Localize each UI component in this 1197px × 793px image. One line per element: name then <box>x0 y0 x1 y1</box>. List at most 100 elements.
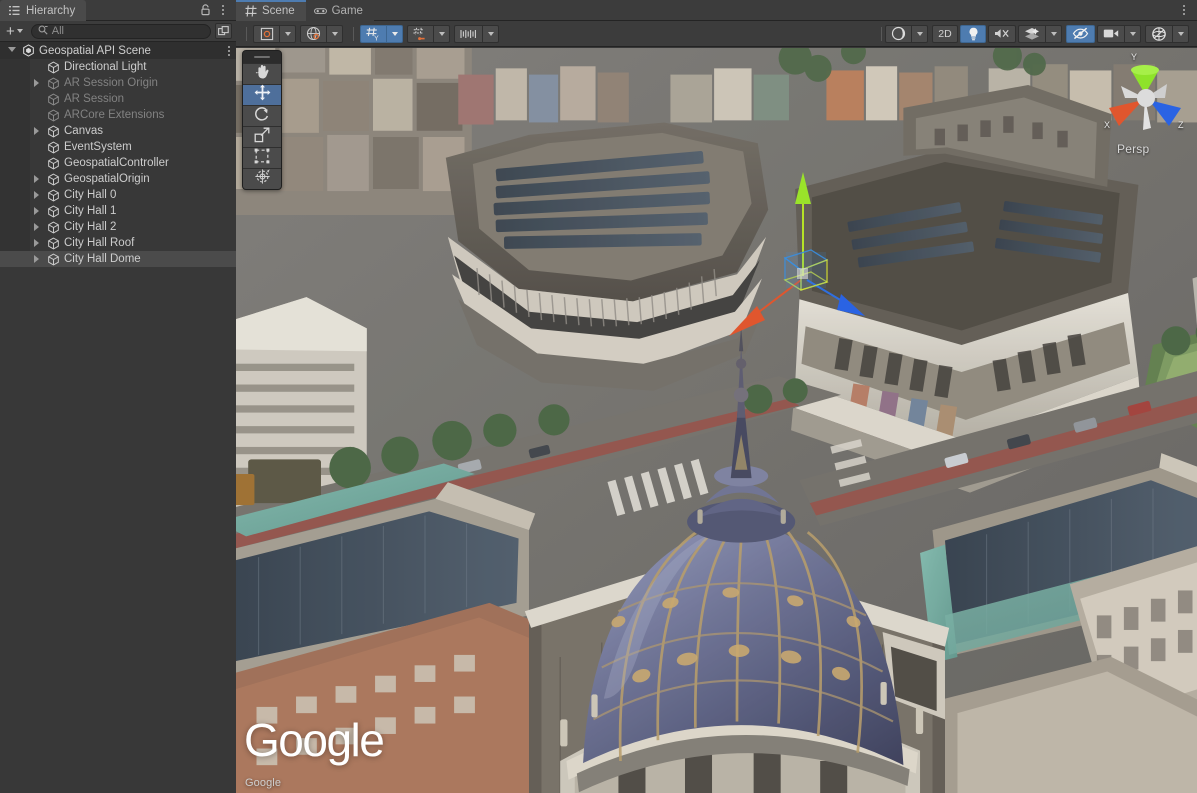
unity-scene-icon <box>22 44 35 57</box>
handle-rotation-dropdown[interactable] <box>326 25 343 43</box>
expand-arrow-icon[interactable] <box>30 171 42 187</box>
tab-hierarchy-label: Hierarchy <box>26 5 75 17</box>
hierarchy-item-city-hall-dome[interactable]: City Hall Dome <box>0 251 236 267</box>
increment-snapping-button[interactable] <box>454 25 482 43</box>
rotate-tool-button[interactable] <box>243 105 281 126</box>
hierarchy-item-geospatialcontroller[interactable]: GeospatialController <box>0 155 236 171</box>
expand-arrow-icon[interactable] <box>30 251 42 267</box>
gameobject-cube-icon <box>46 124 60 138</box>
hierarchy-item-directional-light[interactable]: Directional Light <box>0 59 236 75</box>
rect-tool-button[interactable] <box>243 147 281 168</box>
create-object-button[interactable]: + <box>4 23 27 39</box>
grid-visibility-button[interactable]: Y <box>360 25 386 43</box>
rect-transform-icon <box>254 148 270 169</box>
open-in-new-window-icon[interactable] <box>215 23 232 39</box>
handle-rotation-button[interactable] <box>300 25 326 43</box>
scene-grid-icon <box>244 4 257 17</box>
no-expand-spacer <box>30 59 42 75</box>
grid-visibility-group: Y <box>360 25 403 43</box>
gizmos-group <box>1145 25 1189 43</box>
toolbar-divider <box>246 27 247 41</box>
no-expand-spacer <box>30 139 42 155</box>
tool-palette-drag-handle[interactable] <box>243 51 281 63</box>
expand-arrow-icon[interactable] <box>30 75 42 91</box>
camera-settings-dropdown[interactable] <box>1124 25 1141 43</box>
lock-icon[interactable] <box>197 2 213 18</box>
no-expand-spacer <box>30 107 42 123</box>
tab-scene[interactable]: Scene <box>236 0 306 21</box>
grid-visibility-dropdown[interactable] <box>386 25 403 43</box>
effects-dropdown[interactable] <box>1045 25 1062 43</box>
scene-view-toolbar: Y <box>236 21 1197 47</box>
effects-group <box>1018 25 1062 43</box>
hierarchy-item-label: EventSystem <box>64 141 132 153</box>
chevron-down-icon[interactable] <box>8 47 16 52</box>
hierarchy-kebab-menu-icon[interactable] <box>215 2 231 18</box>
draw-mode-button[interactable] <box>885 25 911 43</box>
gizmos-toggle-button[interactable] <box>1145 25 1172 43</box>
view-tool-button[interactable] <box>243 63 281 84</box>
hierarchy-item-ar-session-origin[interactable]: AR Session Origin <box>0 75 236 91</box>
search-input[interactable]: All <box>31 24 211 39</box>
gameobject-cube-icon <box>46 108 60 122</box>
chevron-down-icon <box>488 32 494 36</box>
grid-snapping-button[interactable] <box>407 25 433 43</box>
chevron-down-icon <box>332 32 338 36</box>
scene-view-tabbar: Scene Game <box>236 0 1197 21</box>
no-expand-spacer <box>30 91 42 107</box>
hierarchy-item-arcore-extensions[interactable]: ARCore Extensions <box>0 107 236 123</box>
hierarchy-item-label: ARCore Extensions <box>64 109 164 121</box>
hierarchy-item-city-hall-1[interactable]: City Hall 1 <box>0 203 236 219</box>
hierarchy-item-canvas[interactable]: Canvas <box>0 123 236 139</box>
audio-toggle-button[interactable] <box>988 25 1016 43</box>
hierarchy-item-ar-session[interactable]: AR Session <box>0 91 236 107</box>
pivot-mode-dropdown[interactable] <box>279 25 296 43</box>
hierarchy-item-city-hall-roof[interactable]: City Hall Roof <box>0 235 236 251</box>
rotate-icon <box>254 106 270 127</box>
gizmos-dropdown[interactable] <box>1172 25 1189 43</box>
expand-arrow-icon[interactable] <box>30 219 42 235</box>
expand-arrow-icon[interactable] <box>30 187 42 203</box>
gizmo-axis-x <box>1109 100 1143 126</box>
google-attribution: Google <box>245 777 281 789</box>
2d-toggle-button[interactable]: 2D <box>932 25 958 43</box>
expand-arrow-icon[interactable] <box>30 123 42 139</box>
scale-tool-button[interactable] <box>243 126 281 147</box>
hierarchy-icon <box>8 4 21 17</box>
hierarchy-item-label: City Hall 0 <box>64 189 116 201</box>
increment-snapping-dropdown[interactable] <box>482 25 499 43</box>
scene-root-row[interactable]: Geospatial API Scene <box>0 42 236 59</box>
hierarchy-item-city-hall-0[interactable]: City Hall 0 <box>0 187 236 203</box>
scene-viewport[interactable]: Y X Z Persp Google Google <box>236 48 1197 793</box>
tab-game[interactable]: Game <box>306 0 374 21</box>
hierarchy-item-eventsystem[interactable]: EventSystem <box>0 139 236 155</box>
transform-tool-button[interactable] <box>243 168 281 189</box>
expand-arrow-icon[interactable] <box>30 203 42 219</box>
effects-button[interactable] <box>1018 25 1045 43</box>
hierarchy-item-city-hall-2[interactable]: City Hall 2 <box>0 219 236 235</box>
gameobject-cube-icon <box>46 92 60 106</box>
chevron-down-icon <box>439 32 445 36</box>
scene-root-kebab-menu-icon[interactable] <box>228 46 230 56</box>
hierarchy-item-geospatialorigin[interactable]: GeospatialOrigin <box>0 171 236 187</box>
increment-snapping-group <box>454 25 499 43</box>
handle-rotation-group <box>300 25 343 43</box>
camera-settings-button[interactable] <box>1097 25 1124 43</box>
pivot-mode-button[interactable] <box>253 25 279 43</box>
tab-hierarchy[interactable]: Hierarchy <box>0 0 86 21</box>
grid-snapping-dropdown[interactable] <box>433 25 450 43</box>
gameobject-cube-icon <box>46 60 60 74</box>
scale-icon <box>254 127 270 148</box>
hierarchy-item-label: AR Session Origin <box>64 77 158 89</box>
expand-arrow-icon[interactable] <box>30 235 42 251</box>
projection-mode-label[interactable]: Persp <box>1117 142 1149 156</box>
scene-lighting-button[interactable] <box>960 25 986 43</box>
scene-view-kebab-menu-icon[interactable] <box>1176 2 1192 18</box>
scene-view-gizmo[interactable]: Y X Z Persp <box>1103 52 1189 172</box>
hidden-objects-toggle-button[interactable] <box>1066 25 1095 43</box>
chevron-down-icon <box>285 32 291 36</box>
move-tool-button[interactable] <box>243 84 281 105</box>
2d-toggle-label: 2D <box>938 28 951 40</box>
gizmo-label-y: Y <box>1131 52 1137 62</box>
draw-mode-dropdown[interactable] <box>911 25 928 43</box>
